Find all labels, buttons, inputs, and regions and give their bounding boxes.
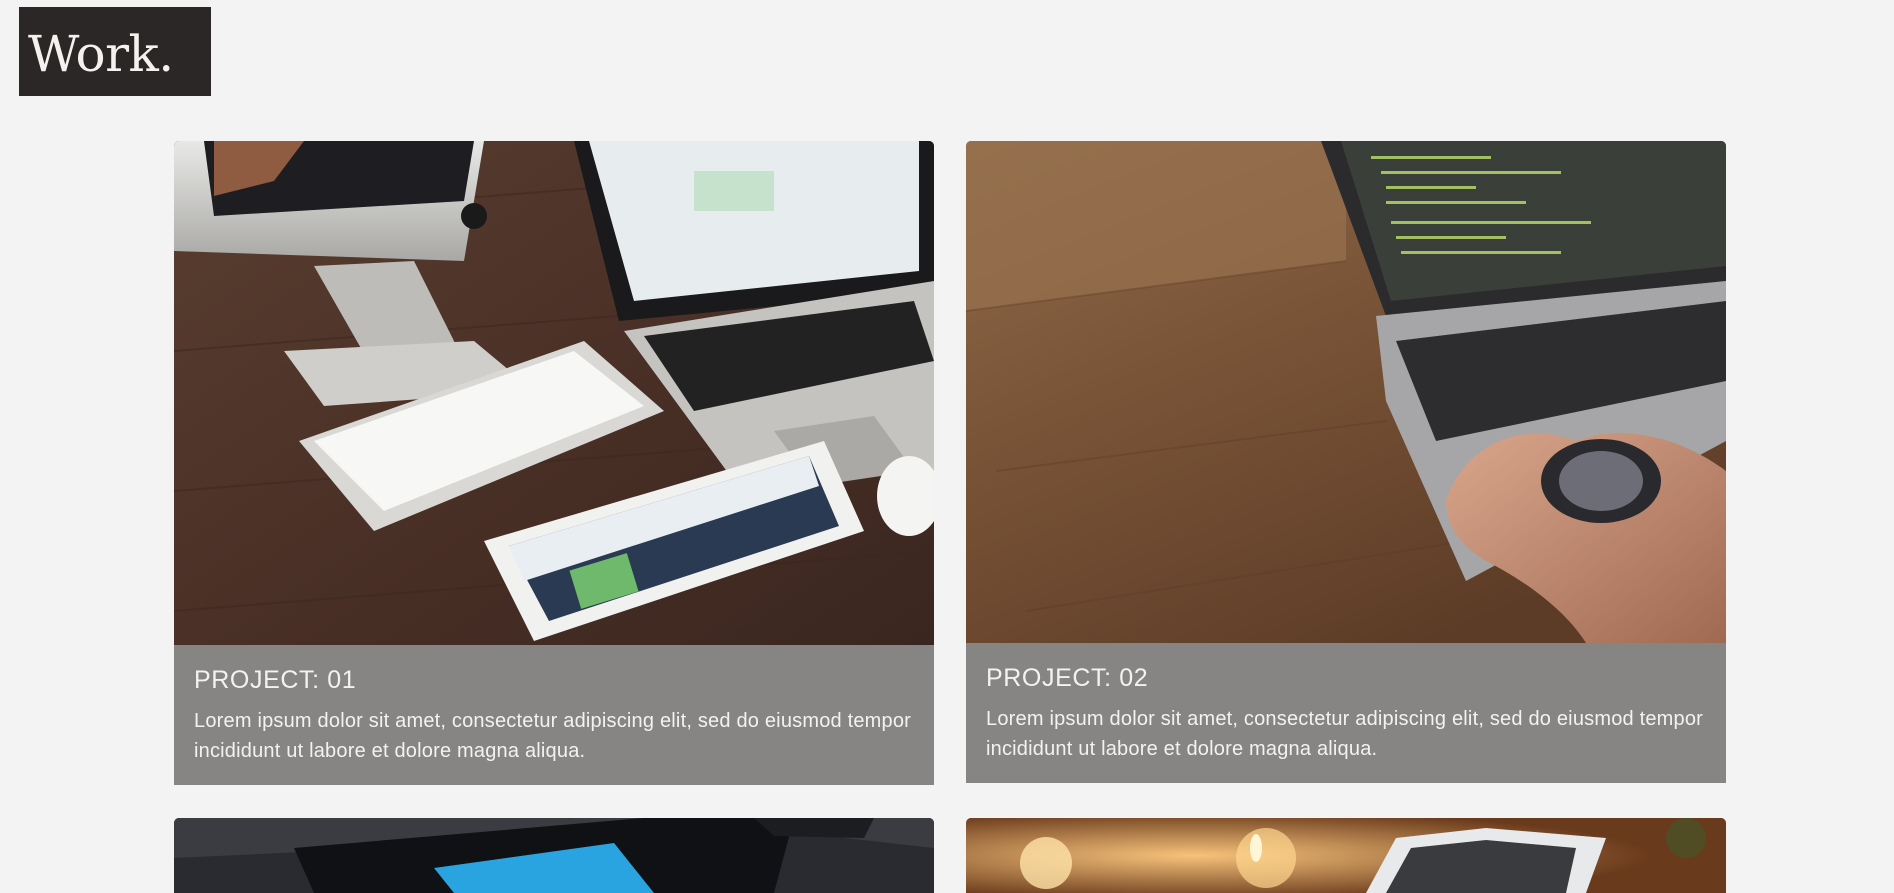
logo-text: Work. — [28, 25, 174, 83]
project-card-04[interactable] — [966, 818, 1726, 893]
project-image — [174, 818, 934, 893]
project-caption: PROJECT: 02 Lorem ipsum dolor sit amet, … — [966, 643, 1726, 783]
laptop-typing-image — [966, 141, 1726, 643]
project-description: Lorem ipsum dolor sit amet, consectetur … — [986, 708, 1704, 760]
project-card-03[interactable] — [174, 818, 934, 893]
project-card-01[interactable]: PROJECT: 01 Lorem ipsum dolor sit amet, … — [174, 141, 934, 785]
desk-devices-image — [174, 141, 934, 645]
project-description: Lorem ipsum dolor sit amet, consectetur … — [194, 710, 912, 762]
project-card-02[interactable]: PROJECT: 02 Lorem ipsum dolor sit amet, … — [966, 141, 1726, 783]
phone-candles-image — [966, 818, 1726, 893]
smartphone-image — [174, 818, 934, 893]
project-image — [966, 818, 1726, 893]
project-caption: PROJECT: 01 Lorem ipsum dolor sit amet, … — [174, 645, 934, 785]
project-image — [966, 141, 1726, 643]
project-image — [174, 141, 934, 645]
project-title[interactable]: PROJECT: 02 — [986, 663, 1706, 693]
site-logo[interactable]: Work. — [19, 7, 211, 96]
project-title[interactable]: PROJECT: 01 — [194, 665, 914, 695]
